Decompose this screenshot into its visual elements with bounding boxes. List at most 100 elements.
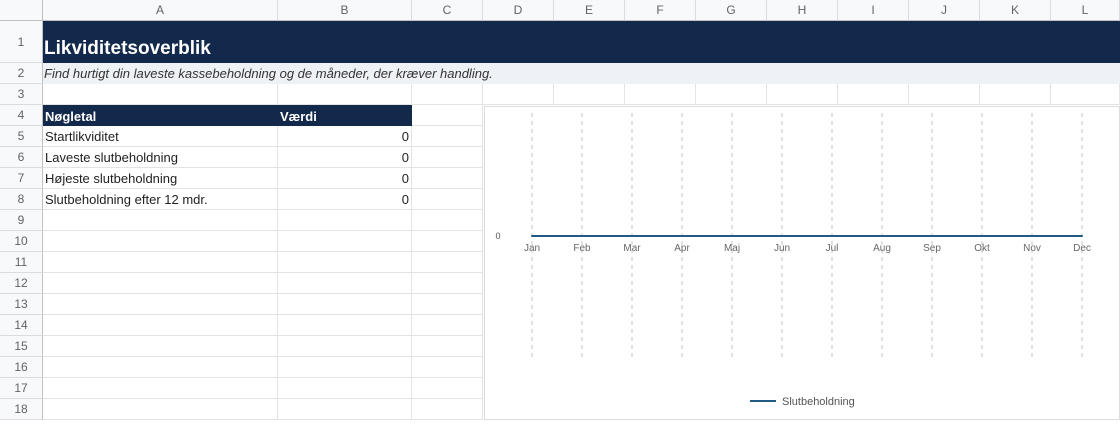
row-header-5[interactable]: 5 (0, 126, 43, 147)
chart-legend[interactable]: Slutbeholdning (750, 396, 855, 408)
cell-a15[interactable] (43, 336, 278, 357)
row-header-3[interactable]: 3 (0, 84, 43, 105)
column-header-a[interactable]: A (43, 0, 278, 21)
cell-c8[interactable] (412, 189, 483, 210)
kpi-label-startlikviditet[interactable]: Startlikviditet (43, 126, 278, 147)
cell-b10[interactable] (278, 231, 412, 252)
kpi-value-hoejeste[interactable]: 0 (278, 168, 412, 189)
column-header-h[interactable]: H (767, 0, 838, 21)
cell-b16[interactable] (278, 357, 412, 378)
row-header-12[interactable]: 12 (0, 273, 43, 294)
kpi-label-slut12[interactable]: Slutbeholdning efter 12 mdr. (43, 189, 278, 210)
data-point-nov[interactable] (1031, 235, 1033, 237)
row-header-11[interactable]: 11 (0, 252, 43, 273)
cell-b13[interactable] (278, 294, 412, 315)
cell-b14[interactable] (278, 315, 412, 336)
cell-b11[interactable] (278, 252, 412, 273)
cell-b9[interactable] (278, 210, 412, 231)
cell-c15[interactable] (412, 336, 483, 357)
kpi-value-startlikviditet[interactable]: 0 (278, 126, 412, 147)
cell-b17[interactable] (278, 378, 412, 399)
cell-a16[interactable] (43, 357, 278, 378)
sheet-title[interactable]: Likviditetsoverblik (43, 21, 1120, 63)
cell-c9[interactable] (412, 210, 483, 231)
cell-d3[interactable] (483, 84, 554, 105)
cell-l3[interactable] (1051, 84, 1120, 105)
row-header-10[interactable]: 10 (0, 231, 43, 252)
row-header-16[interactable]: 16 (0, 357, 43, 378)
column-header-b[interactable]: B (278, 0, 412, 21)
column-header-e[interactable]: E (554, 0, 625, 21)
cell-a12[interactable] (43, 273, 278, 294)
column-header-k[interactable]: K (980, 0, 1051, 21)
cell-f3[interactable] (625, 84, 696, 105)
column-header-j[interactable]: J (909, 0, 980, 21)
cell-a13[interactable] (43, 294, 278, 315)
row-header-4[interactable]: 4 (0, 105, 43, 126)
data-point-maj[interactable] (731, 235, 733, 237)
column-header-i[interactable]: I (838, 0, 909, 21)
cell-b12[interactable] (278, 273, 412, 294)
data-point-mar[interactable] (631, 235, 633, 237)
cell-c13[interactable] (412, 294, 483, 315)
kpi-header-value[interactable]: Værdi (278, 105, 412, 126)
cell-a9[interactable] (43, 210, 278, 231)
row-header-1[interactable]: 1 (0, 21, 43, 63)
cell-g3[interactable] (696, 84, 767, 105)
cell-c16[interactable] (412, 357, 483, 378)
column-header-c[interactable]: C (412, 0, 483, 21)
cell-c6[interactable] (412, 147, 483, 168)
kpi-label-hoejeste[interactable]: Højeste slutbeholdning (43, 168, 278, 189)
data-point-jan[interactable] (531, 235, 533, 237)
cell-c18[interactable] (412, 399, 483, 420)
row-header-18[interactable]: 18 (0, 399, 43, 420)
cell-c11[interactable] (412, 252, 483, 273)
cell-i3[interactable] (838, 84, 909, 105)
cell-k3[interactable] (980, 84, 1051, 105)
cell-a10[interactable] (43, 231, 278, 252)
cell-e3[interactable] (554, 84, 625, 105)
cell-b3[interactable] (278, 84, 412, 105)
cell-b15[interactable] (278, 336, 412, 357)
column-header-d[interactable]: D (483, 0, 554, 21)
kpi-value-laveste[interactable]: 0 (278, 147, 412, 168)
row-header-7[interactable]: 7 (0, 168, 43, 189)
cell-c10[interactable] (412, 231, 483, 252)
cell-h3[interactable] (767, 84, 838, 105)
data-point-feb[interactable] (581, 235, 583, 237)
cell-c17[interactable] (412, 378, 483, 399)
liquidity-chart[interactable]: 0 Jan Feb Mar Apr Maj Jun Jul Aug Sep Okt Nov Dec S… (484, 106, 1120, 420)
data-point-aug[interactable] (881, 235, 883, 237)
cell-c7[interactable] (412, 168, 483, 189)
cell-a17[interactable] (43, 378, 278, 399)
column-header-l[interactable]: L (1051, 0, 1120, 21)
cell-c12[interactable] (412, 273, 483, 294)
data-point-sep[interactable] (931, 235, 933, 237)
row-header-14[interactable]: 14 (0, 315, 43, 336)
kpi-value-slut12[interactable]: 0 (278, 189, 412, 210)
kpi-label-laveste[interactable]: Laveste slutbeholdning (43, 147, 278, 168)
cell-c3[interactable] (412, 84, 483, 105)
row-header-17[interactable]: 17 (0, 378, 43, 399)
cell-b18[interactable] (278, 399, 412, 420)
data-point-jun[interactable] (781, 235, 783, 237)
cell-a3[interactable] (43, 84, 278, 105)
kpi-header-label[interactable]: Nøgletal (43, 105, 278, 126)
cell-a11[interactable] (43, 252, 278, 273)
data-point-apr[interactable] (681, 235, 683, 237)
row-header-15[interactable]: 15 (0, 336, 43, 357)
cell-c4[interactable] (412, 105, 483, 126)
column-header-f[interactable]: F (625, 0, 696, 21)
sheet-subtitle[interactable]: Find hurtigt din laveste kassebeholdning… (43, 63, 1120, 84)
row-header-9[interactable]: 9 (0, 210, 43, 231)
select-all-corner[interactable] (0, 0, 43, 21)
cell-a14[interactable] (43, 315, 278, 336)
row-header-2[interactable]: 2 (0, 63, 43, 84)
data-point-okt[interactable] (981, 235, 983, 237)
cell-j3[interactable] (909, 84, 980, 105)
cell-a18[interactable] (43, 399, 278, 420)
row-header-13[interactable]: 13 (0, 294, 43, 315)
cell-c5[interactable] (412, 126, 483, 147)
data-point-dec[interactable] (1081, 235, 1083, 237)
column-header-g[interactable]: G (696, 0, 767, 21)
